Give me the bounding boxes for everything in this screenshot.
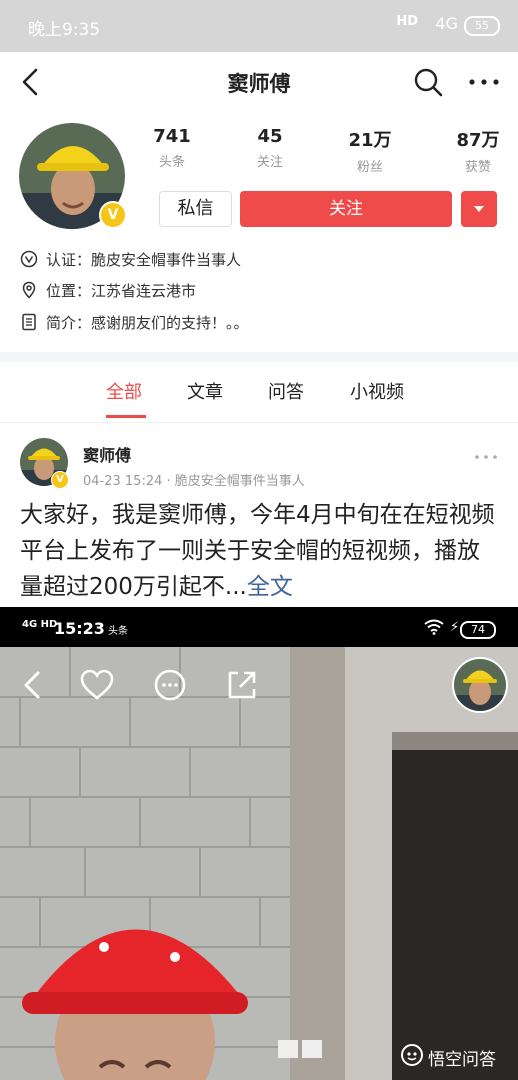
verified-badge-icon: V [99, 201, 127, 229]
profile-header: V 741 头条 45 关注 21万 粉丝 87万 获赞 私信 关注 认证：脆皮… [0, 112, 518, 352]
signal-label: HD [396, 14, 418, 29]
comment-icon[interactable] [152, 667, 188, 703]
stat-label: 粉丝 [356, 160, 383, 175]
post-meta: 04-23 15:24 · 脆皮安全帽事件当事人 [83, 474, 305, 489]
stat-label: 获赞 [464, 160, 491, 175]
wukong-logo-icon [401, 1044, 423, 1066]
section-divider [0, 352, 518, 362]
more-options-icon[interactable] [466, 70, 502, 94]
stat-value: 741 [153, 126, 191, 147]
watermark-text: 悟空问答 [428, 1050, 496, 1070]
tab-short-videos[interactable]: 小视频 [350, 378, 404, 404]
bio-text: 简介：感谢朋友们的支持！。。 [46, 314, 249, 332]
stat-label: 头条 [158, 155, 185, 170]
post-author-name[interactable]: 窦师傅 [83, 442, 131, 466]
post-video[interactable]: 4G HD 15:23 头条 ⚡ 74 [0, 607, 518, 1080]
read-full-link[interactable]: 全文 [247, 574, 293, 600]
tab-all[interactable]: 全部 [106, 378, 142, 404]
video-status-bar: 4G HD 15:23 头条 ⚡ 74 [0, 607, 518, 647]
stat-value: 87万 [456, 130, 500, 151]
post-body[interactable]: 大家好，我是窦师傅，今年4月中旬在在短视频平台上发布了一则关于安全帽的短视频，播… [20, 497, 500, 605]
video-back-icon[interactable] [14, 667, 50, 703]
message-button[interactable]: 私信 [159, 191, 232, 227]
nav-bar: 窦师傅 [0, 52, 518, 112]
verification-text: 认证：脆皮安全帽事件当事人 [46, 251, 242, 269]
video-battery: 74 [460, 621, 496, 639]
tab-qa[interactable]: 问答 [268, 378, 304, 404]
wifi-icon [424, 619, 444, 635]
status-bar: 晚上9:35 HD 4G 55 [0, 0, 518, 52]
follow-dropdown-button[interactable] [461, 191, 497, 227]
follow-button[interactable]: 关注 [240, 191, 452, 227]
back-arrow-icon[interactable] [16, 66, 44, 98]
stat-label: 关注 [256, 155, 283, 170]
stat-value: 45 [257, 126, 283, 147]
active-tab-indicator [106, 415, 146, 418]
battery-indicator: 55 [464, 16, 500, 36]
stat-value: 21万 [348, 130, 392, 151]
content-tabs: 全部 文章 问答 小视频 [0, 362, 518, 423]
status-time: 晚上9:35 [28, 20, 101, 40]
stat-followers[interactable]: 21万 粉丝 [330, 126, 410, 175]
video-time: 15:23 [54, 619, 105, 638]
network-label: 4G [435, 14, 458, 33]
location-text: 位置：江苏省连云港市 [46, 282, 197, 300]
verified-icon [20, 250, 38, 268]
stat-likes: 87万 获赞 [438, 126, 518, 175]
post-verified-badge-icon: V [51, 471, 69, 489]
tab-articles[interactable]: 文章 [187, 378, 223, 404]
construction-site-image [0, 647, 518, 1080]
stat-following[interactable]: 45 关注 [230, 126, 310, 170]
video-app-tag: 头条 [108, 626, 128, 637]
caret-down-icon [474, 206, 484, 212]
post-header: V 窦师傅 04-23 15:24 · 脆皮安全帽事件当事人 [0, 432, 518, 492]
charging-icon: ⚡ [450, 620, 460, 635]
video-signal-label: 4G HD [22, 619, 58, 630]
video-author-avatar[interactable] [452, 657, 508, 713]
location-pin-icon [22, 281, 36, 299]
share-icon[interactable] [224, 667, 260, 703]
search-icon[interactable] [412, 66, 444, 98]
document-icon [22, 313, 36, 331]
heart-icon[interactable] [79, 667, 115, 703]
stat-posts[interactable]: 741 头条 [132, 126, 212, 170]
video-scene [0, 647, 518, 1080]
post-more-icon[interactable] [474, 452, 498, 462]
